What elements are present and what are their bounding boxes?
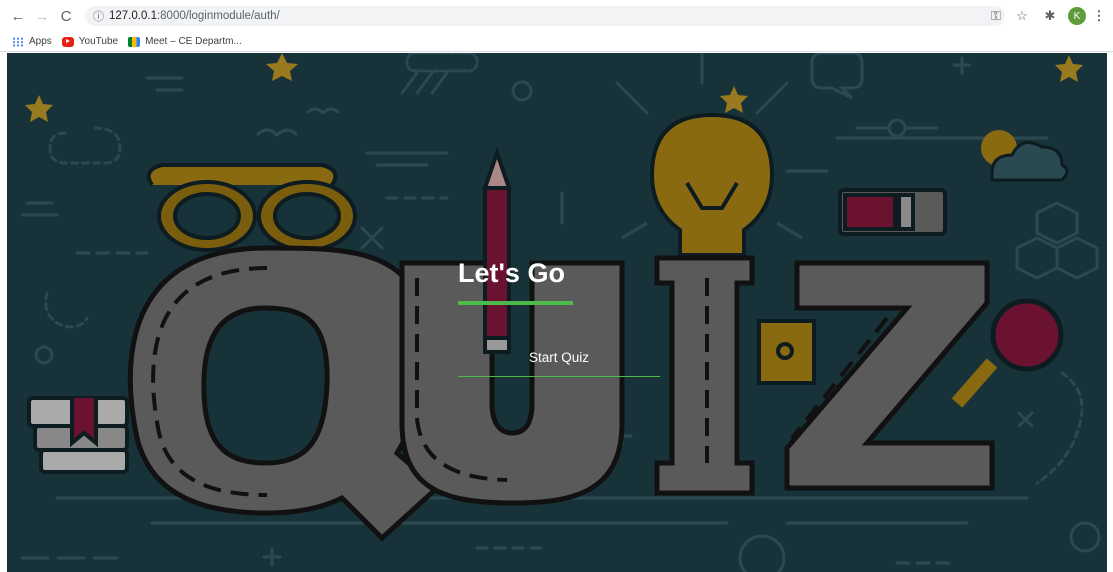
url-path: :8000/loginmodule/auth/ (156, 10, 280, 22)
star-icon[interactable]: ☆ (1014, 6, 1030, 26)
bookmark-apps[interactable]: Apps (12, 36, 52, 47)
quiz-start-panel: Let's Go Start Quiz (7, 53, 1107, 572)
quiz-landing-page: Let's Go Start Quiz (7, 53, 1107, 572)
address-bar[interactable]: ⓘ 127.0.0.1:8000/loginmodule/auth/ (85, 6, 1005, 26)
profile-avatar[interactable]: K (1068, 7, 1086, 25)
site-info-icon[interactable]: ⓘ (93, 8, 109, 24)
key-icon[interactable]: ⚿ (988, 6, 1004, 26)
url-host: 127.0.0.1 (109, 10, 157, 22)
bookmarks-bar: Apps YouTube Meet – CE Departm... (0, 32, 1113, 52)
extensions-icon[interactable]: ✱ (1042, 6, 1058, 26)
url-text: 127.0.0.1:8000/loginmodule/auth/ (109, 10, 280, 22)
back-icon[interactable]: ← (8, 6, 28, 26)
forward-icon[interactable]: → (32, 6, 52, 26)
start-quiz-button[interactable]: Start Quiz (458, 339, 660, 377)
youtube-icon (61, 36, 74, 47)
page-title: Let's Go (458, 258, 565, 288)
bookmark-meet[interactable]: Meet – CE Departm... (128, 36, 242, 47)
bookmark-youtube[interactable]: YouTube (61, 36, 119, 47)
reload-icon[interactable]: C (56, 6, 76, 26)
menu-kebab-icon[interactable]: ⋮ (1093, 6, 1106, 26)
bookmark-label: Meet – CE Departm... (145, 36, 242, 47)
page-viewport: Let's Go Start Quiz (0, 53, 1113, 572)
bookmark-label: YouTube (78, 36, 119, 47)
google-meet-icon (128, 36, 141, 47)
title-underline (458, 301, 573, 305)
browser-toolbar: ← → C ⓘ 127.0.0.1:8000/loginmodule/auth/… (0, 0, 1113, 32)
bookmark-label: Apps (29, 36, 52, 47)
apps-grid-icon (12, 36, 24, 47)
